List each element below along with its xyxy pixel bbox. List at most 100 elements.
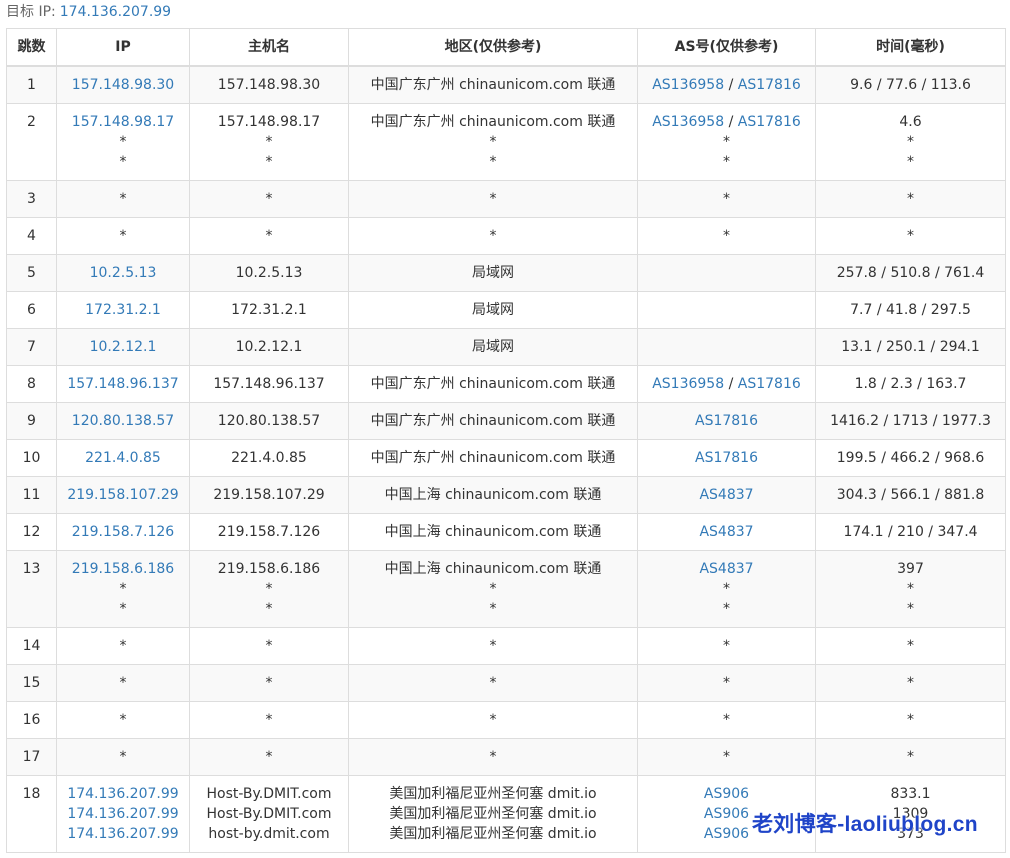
as-cell: * [637, 217, 816, 255]
time-text: 7.7 / 41.8 / 297.5 [850, 302, 971, 318]
header-as: AS号(仅供参考) [637, 28, 816, 67]
hop-number: 9 [27, 413, 36, 429]
ip-link[interactable]: 219.158.6.186 [58, 559, 189, 579]
as-link[interactable]: AS4837 [699, 561, 753, 577]
hostname-cell: 10.2.5.13 [189, 254, 349, 292]
hostname-cell: 157.148.98.30 [189, 65, 349, 104]
ip-link[interactable]: 172.31.2.1 [58, 300, 189, 320]
hop-number: 8 [27, 376, 36, 392]
ip-link[interactable]: 157.148.98.30 [58, 75, 189, 95]
hostname-text: 157.148.98.17 [217, 114, 321, 130]
region-text: 中国上海 chinaunicom.com 联通 [384, 561, 602, 577]
ip-link[interactable]: 10.2.5.13 [58, 263, 189, 283]
hostname-text: * [265, 749, 273, 765]
as-link[interactable]: AS906 [704, 826, 749, 842]
ip-link[interactable]: 174.136.207.99 [58, 784, 189, 804]
table-row: 3 * * * * * [6, 180, 1006, 218]
hop-number: 5 [27, 265, 36, 281]
table-row: 11 219.158.107.29 219.158.107.29 中国上海 china… [6, 476, 1006, 514]
time-cell: 9.6 / 77.6 / 113.6 [815, 65, 1006, 104]
as-line: * [639, 226, 815, 246]
region-cell: * [348, 738, 638, 776]
hop-cell: 14 [6, 627, 57, 665]
as-line: * [639, 599, 815, 619]
region-cell: 中国上海 chinaunicom.com 联通 [348, 513, 638, 551]
watermark: 老刘博客-laoliublog.cn [752, 813, 978, 836]
as-link[interactable]: AS136958 [652, 376, 724, 392]
time-cell: 174.1 / 210 / 347.4 [815, 513, 1006, 551]
ip-cell: 172.31.2.1 [56, 291, 190, 329]
region-cell: 中国广东广州 chinaunicom.com 联通 [348, 439, 638, 477]
as-link[interactable]: AS906 [704, 786, 749, 802]
time-cell: * [815, 701, 1006, 739]
as-cell: * [637, 664, 816, 702]
hop-cell: 15 [6, 664, 57, 702]
table-row: 2 157.148.98.17 * * 157.148.98.17 * * 中国广东广州 ch… [6, 103, 1006, 181]
ip-link: * [119, 601, 127, 617]
region-text: * [489, 228, 497, 244]
as-line: * [639, 710, 815, 730]
time-cell: 257.8 / 510.8 / 761.4 [815, 254, 1006, 292]
ip-cell: 219.158.107.29 [56, 476, 190, 514]
ip-link[interactable]: 221.4.0.85 [58, 448, 189, 468]
hostname-text: * [265, 712, 273, 728]
hostname-text: * [265, 601, 273, 617]
as-cell: AS17816 [637, 402, 816, 440]
ip-link[interactable]: 219.158.107.29 [58, 485, 189, 505]
ip-cell: 174.136.207.99 174.136.207.99 174.136.207.… [56, 775, 190, 853]
as-link[interactable]: AS17816 [738, 77, 801, 93]
ip-link[interactable]: 157.148.96.137 [58, 374, 189, 394]
time-text: 9.6 / 77.6 / 113.6 [850, 77, 971, 93]
ip-link[interactable]: 174.136.207.99 [58, 804, 189, 824]
region-cell: * [348, 180, 638, 218]
as-cell: * [637, 701, 816, 739]
as-link[interactable]: AS906 [704, 806, 749, 822]
as-link[interactable]: AS4837 [699, 524, 753, 540]
region-text: 局域网 [472, 265, 514, 281]
as-line: * [639, 636, 815, 656]
ip-link: * [119, 712, 127, 728]
hostname-cell: 10.2.12.1 [189, 328, 349, 366]
as-link[interactable]: AS4837 [699, 487, 753, 503]
ip-link: * [119, 134, 127, 150]
as-line: AS4837 [639, 522, 815, 542]
ip-link: * [119, 638, 127, 654]
as-text: * [723, 712, 730, 728]
ip-link[interactable]: 219.158.7.126 [58, 522, 189, 542]
ip-link[interactable]: 120.80.138.57 [58, 411, 189, 431]
time-text: 1.8 / 2.3 / 163.7 [854, 376, 967, 392]
hop-cell: 18 [6, 775, 57, 853]
hop-number: 15 [22, 675, 41, 691]
hop-number: 14 [22, 638, 41, 654]
hop-cell: 16 [6, 701, 57, 739]
ip-link[interactable]: 10.2.12.1 [58, 337, 189, 357]
region-cell: 局域网 [348, 328, 638, 366]
hostname-text: Host-By.DMIT.com [206, 806, 332, 822]
ip-cell: * [56, 627, 190, 665]
hop-number: 12 [22, 524, 41, 540]
ip-link[interactable]: 157.148.98.17 [58, 112, 189, 132]
hop-number: 7 [27, 339, 36, 355]
as-line: * [639, 132, 815, 152]
as-link[interactable]: AS136958 [652, 114, 724, 130]
as-link[interactable]: AS17816 [695, 413, 758, 429]
hostname-cell: 219.158.107.29 [189, 476, 349, 514]
header-time: 时间(毫秒) [815, 28, 1006, 67]
hostname-text: 120.80.138.57 [217, 413, 321, 429]
as-link[interactable]: AS17816 [738, 114, 801, 130]
time-cell: 397 * * [815, 550, 1006, 628]
as-cell: AS17816 [637, 439, 816, 477]
as-link[interactable]: AS17816 [738, 376, 801, 392]
table-row: 4 * * * * * [6, 217, 1006, 255]
as-link[interactable]: AS17816 [695, 450, 758, 466]
time-text: 257.8 / 510.8 / 761.4 [836, 265, 985, 281]
hostname-text: 172.31.2.1 [231, 302, 307, 318]
table-row: 6 172.31.2.1 172.31.2.1 局域网 7.7 / 41.8 / 297… [6, 291, 1006, 329]
target-ip-link[interactable]: 174.136.207.99 [60, 4, 171, 20]
as-line [639, 300, 815, 320]
as-link[interactable]: AS136958 [652, 77, 724, 93]
time-text: 199.5 / 466.2 / 968.6 [836, 450, 985, 466]
ip-link[interactable]: 174.136.207.99 [58, 824, 189, 844]
hop-cell: 13 [6, 550, 57, 628]
ip-link: * [119, 749, 127, 765]
